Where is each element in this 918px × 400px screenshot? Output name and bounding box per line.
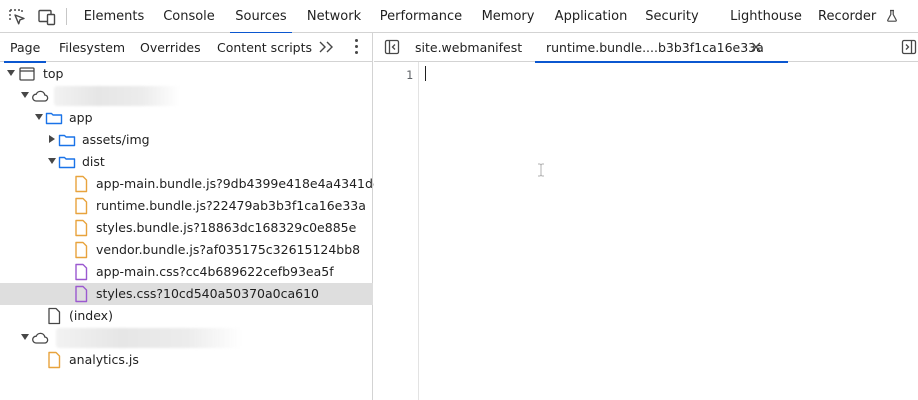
tree-node-domain[interactable] [0,85,373,107]
js-file-icon [75,241,88,259]
expanded-arrow-icon[interactable] [21,334,29,340]
tab-performance[interactable]: Performance [377,0,465,33]
folder-open-icon [45,112,63,125]
tree-label-file: vendor.bundle.js?af035175c32615124bb8 [96,242,361,257]
redacted-domain [56,328,242,348]
code-editor[interactable] [420,62,918,400]
tree-label-assets: assets/img [82,132,150,147]
js-file-icon [75,219,88,237]
editor-tab-runtime-bundle[interactable]: runtime.bundle....b3b3f1ca16e33a [535,33,788,63]
tree-label-file: app-main.bundle.js?9db4399e418e4a4341dc [96,176,380,191]
flask-icon [887,9,898,22]
inspect-element-icon[interactable] [7,7,27,27]
tab-console[interactable]: Console [158,0,220,33]
tree-node-top[interactable]: top [0,63,373,85]
tab-lighthouse[interactable]: Lighthouse [725,0,807,33]
more-tabs-chevron-icon[interactable] [318,37,336,57]
navigator-tabs: Page Filesystem Overrides Content script… [0,33,373,63]
tree-label-file: runtime.bundle.js?22479ab3b3f1ca16e33a [96,198,366,213]
sources-navigator: Page Filesystem Overrides Content script… [0,33,380,400]
js-file-icon [75,197,88,215]
editor-tab-strip: site.webmanifest runtime.bundle....b3b3f… [374,33,918,63]
cloud-icon [32,332,49,344]
close-tab-icon[interactable] [750,41,762,53]
redacted-domain [54,86,180,106]
document-file-icon [48,307,61,325]
tree-node-file[interactable]: app-main.bundle.js?9db4399e418e4a4341dc [0,173,380,195]
line-number: 1 [406,68,413,82]
tree-label-app: app [69,110,93,125]
editor-tab-webmanifest[interactable]: site.webmanifest [415,33,522,62]
tree-node-dist[interactable]: dist [0,151,373,173]
tab-recorder[interactable]: Recorder [818,0,914,33]
tree-node-app[interactable]: app [0,107,373,129]
tree-node-assets[interactable]: assets/img [0,129,373,151]
js-file-icon [75,175,88,193]
tree-label-index: (index) [69,308,113,323]
tab-sources[interactable]: Sources [230,0,292,34]
tab-security[interactable]: Security [642,0,702,33]
js-file-icon [48,351,61,369]
devtools-main-toolbar: Elements Console Sources Network Perform… [0,0,918,34]
expanded-arrow-icon[interactable] [48,158,56,164]
tree-node-analytics[interactable]: analytics.js [0,349,373,371]
tree-node-file[interactable]: vendor.bundle.js?af035175c32615124bb8 [0,239,373,261]
tree-label-analytics: analytics.js [69,352,139,367]
more-options-icon[interactable] [352,39,360,55]
line-number-gutter: 1 [374,62,419,400]
tab-recorder-label: Recorder [818,9,877,24]
expanded-arrow-icon[interactable] [21,92,29,98]
tree-label-file: app-main.css?cc4b689622cefb93ea5f [96,264,334,279]
tree-node-file-selected[interactable]: styles.css?10cd540a50370a0ca610 [0,283,373,305]
folder-open-icon [58,156,76,169]
tree-label-file: styles.bundle.js?18863dc168329c0e885e [96,220,357,235]
tree-node-file[interactable]: runtime.bundle.js?22479ab3b3f1ca16e33a [0,195,373,217]
expanded-arrow-icon[interactable] [35,114,43,120]
toolbar-divider [66,8,67,25]
tree-label-file: styles.css?10cd540a50370a0ca610 [96,286,319,301]
frame-icon [19,67,35,81]
navigator-tab-content-scripts[interactable]: Content scripts [217,33,312,62]
tree-node-file[interactable]: styles.bundle.js?18863dc168329c0e885e [0,217,373,239]
device-toolbar-icon[interactable] [37,7,57,27]
css-file-icon [75,285,88,303]
navigator-tab-overrides[interactable]: Overrides [140,33,201,62]
folder-icon [58,134,76,147]
tab-network[interactable]: Network [302,0,366,33]
toggle-navigator-icon[interactable] [384,39,400,55]
collapsed-arrow-icon[interactable] [49,135,55,143]
toggle-debugger-icon[interactable] [901,39,917,55]
sources-editor: site.webmanifest runtime.bundle....b3b3f… [374,33,918,400]
expanded-arrow-icon[interactable] [7,70,15,76]
navigator-tab-filesystem[interactable]: Filesystem [59,33,125,62]
tree-label-top: top [43,66,64,81]
tree-label-dist: dist [82,154,105,169]
cloud-icon [32,90,49,102]
tree-node-domain[interactable] [0,327,373,349]
tree-node-index[interactable]: (index) [0,305,373,327]
navigator-tab-page[interactable]: Page [3,33,47,63]
tab-elements[interactable]: Elements [80,0,148,33]
tree-node-file[interactable]: app-main.css?cc4b689622cefb93ea5f [0,261,373,283]
tab-memory[interactable]: Memory [476,0,540,33]
tab-application[interactable]: Application [550,0,632,33]
css-file-icon [75,263,88,281]
